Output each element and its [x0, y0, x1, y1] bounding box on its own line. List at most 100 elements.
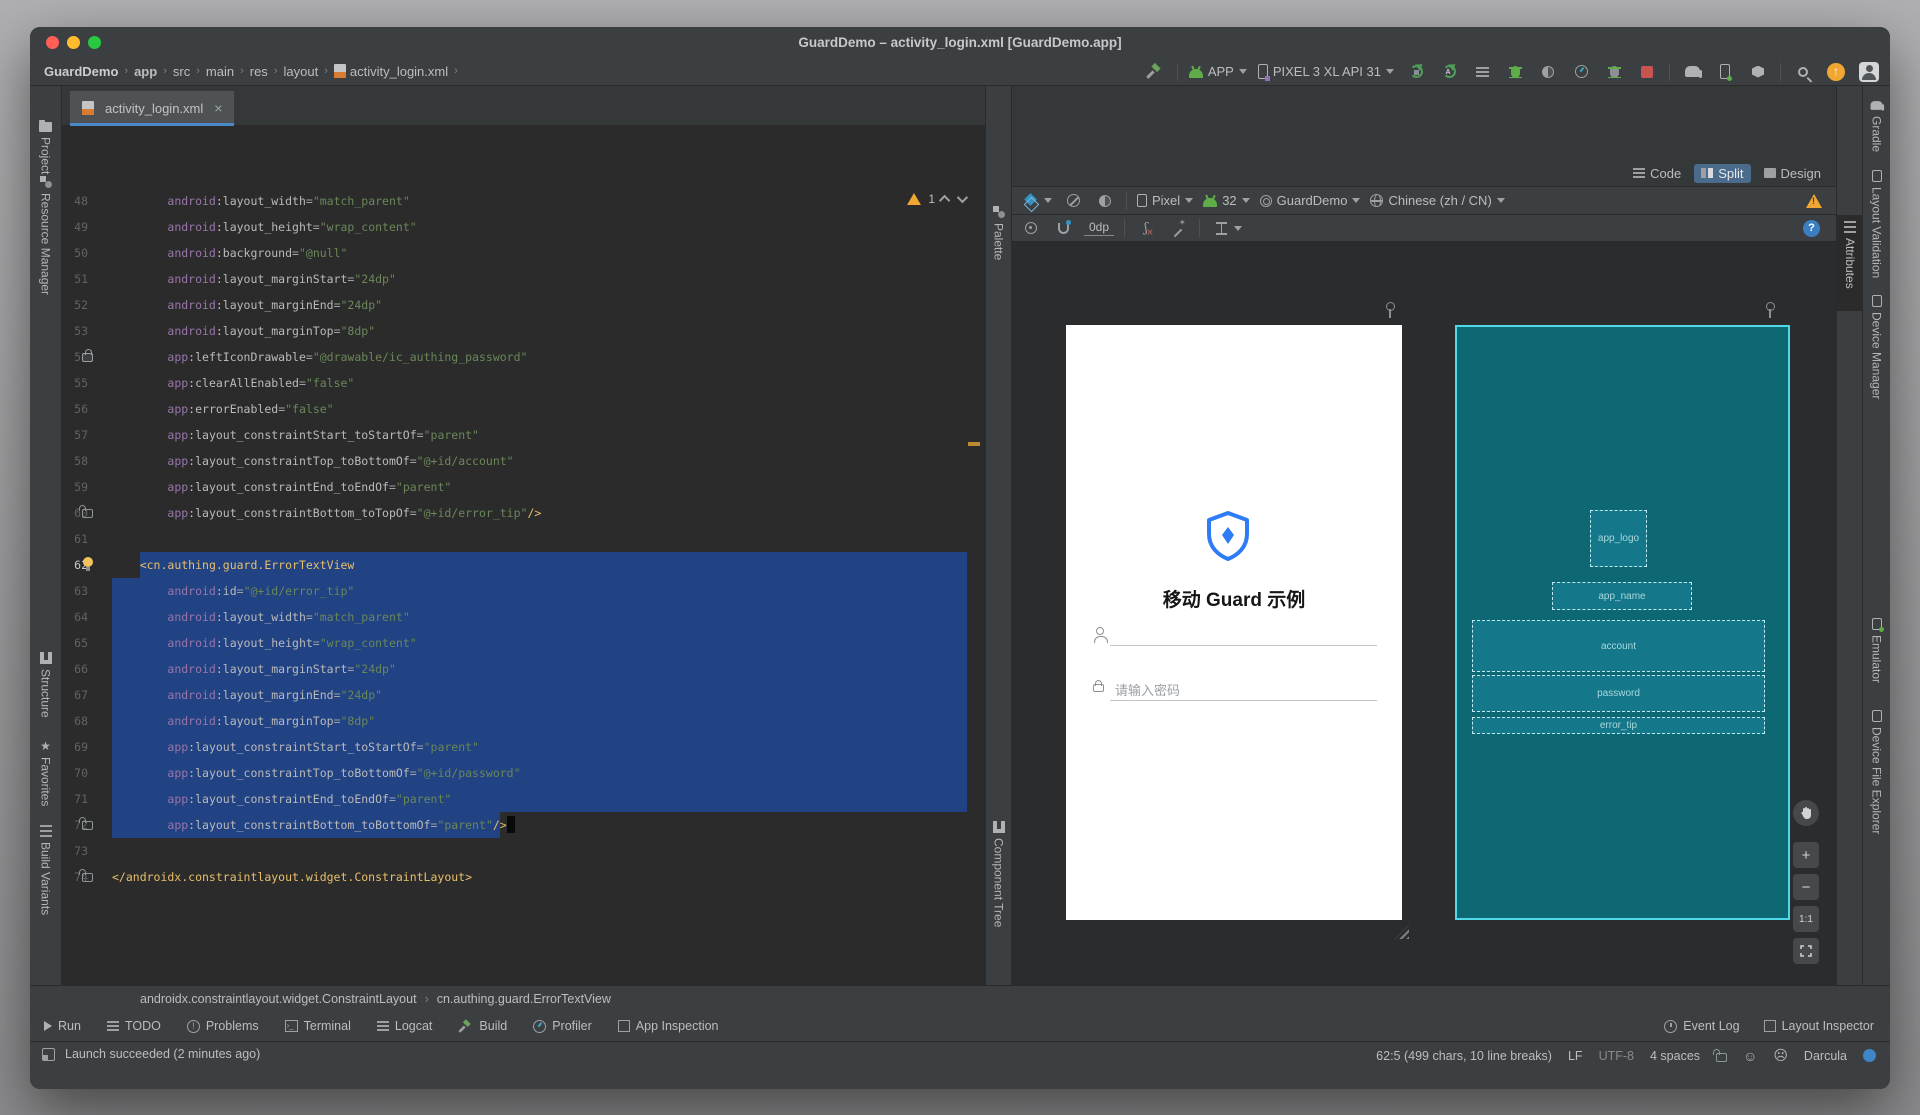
toolwindow-layout-inspector[interactable]: Layout Inspector	[1764, 1019, 1874, 1033]
code-line[interactable]: 57 app:layout_constraintStart_toStartOf=…	[62, 422, 985, 448]
blueprint-preview-phone[interactable]: app_logo app_name account password error…	[1455, 325, 1790, 920]
toolwindow-problems[interactable]: !Problems	[187, 1019, 259, 1033]
sidebar-item-layout-validation[interactable]: Layout Validation	[1863, 170, 1890, 278]
blueprint-box[interactable]: error_tip	[1472, 717, 1765, 734]
sidebar-item-project[interactable]: Project	[30, 119, 61, 174]
code-line[interactable]: 50 android:background="@null"	[62, 240, 985, 266]
minimize-button[interactable]	[67, 36, 80, 49]
sidebar-item-emulator[interactable]: Emulator	[1863, 618, 1890, 683]
toolwindow-toggle-icon[interactable]	[42, 1048, 55, 1061]
password-field[interactable]: 请输入密码	[1093, 678, 1377, 700]
lock-gutter-icon[interactable]	[82, 353, 93, 362]
code-line[interactable]: 68 android:layout_marginTop="8dp"	[62, 708, 985, 734]
line-separator[interactable]: LF	[1568, 1049, 1583, 1063]
device-select[interactable]: PIXEL 3 XL API 31	[1258, 64, 1394, 79]
preview-resize-handle[interactable]	[1395, 925, 1409, 939]
code-line[interactable]: 53 android:layout_marginTop="8dp"	[62, 318, 985, 344]
theme-name[interactable]: Darcula	[1804, 1049, 1847, 1063]
code-line[interactable]: 69 app:layout_constraintStart_toStartOf=…	[62, 734, 985, 760]
blueprint-box[interactable]: password	[1472, 675, 1765, 712]
code-line[interactable]: 70 app:layout_constraintTop_toBottomOf="…	[62, 760, 985, 786]
device-manager-icon[interactable]	[1714, 61, 1736, 83]
code-line[interactable]: 52 android:layout_marginEnd="24dp"	[62, 292, 985, 318]
code-line[interactable]: 66 android:layout_marginStart="24dp"	[62, 656, 985, 682]
breadcrumb-item[interactable]: res	[250, 64, 268, 79]
view-options-icon[interactable]	[1020, 217, 1042, 239]
code-line[interactable]: 71 app:layout_constraintEnd_toEndOf="par…	[62, 786, 985, 812]
code-line[interactable]: 74</androidx.constraintlayout.widget.Con…	[62, 864, 985, 890]
breadcrumb-item[interactable]: main	[206, 64, 234, 79]
account-field[interactable]	[1093, 623, 1377, 645]
code-line[interactable]: 55 app:clearAllEnabled="false"	[62, 370, 985, 396]
clear-constraints-icon[interactable]: ʃ	[1135, 217, 1157, 239]
update-available-icon[interactable]: ↑	[1825, 61, 1847, 83]
inspection-widget[interactable]: 1	[907, 192, 965, 206]
autoconnect-icon[interactable]	[1052, 217, 1074, 239]
code-line[interactable]: 62 <cn.authing.guard.ErrorTextView	[62, 552, 985, 578]
breadcrumb-item[interactable]: GuardDemo	[44, 64, 118, 79]
toolwindow-build[interactable]: Build	[458, 1019, 507, 1034]
theme-dropdown[interactable]: GuardDemo	[1260, 193, 1361, 208]
code-line[interactable]: 73	[62, 838, 985, 864]
code-line[interactable]: 59 app:layout_constraintEnd_toEndOf="par…	[62, 474, 985, 500]
caret-position[interactable]: 62:5 (499 chars, 10 line breaks)	[1376, 1049, 1552, 1063]
default-margins-dropdown[interactable]: 0dp	[1084, 220, 1114, 236]
design-preview-phone[interactable]: 移动 Guard 示例 请输入密码	[1066, 325, 1402, 920]
gradle-sync-icon[interactable]	[1681, 61, 1703, 83]
sidebar-item-gradle[interactable]: Gradle	[1863, 100, 1890, 152]
breadcrumb-item[interactable]: src	[173, 64, 190, 79]
unlock-gutter-icon[interactable]	[82, 509, 93, 518]
code-line[interactable]: 60 app:layout_constraintBottom_toTopOf="…	[62, 500, 985, 526]
zoom-in-button[interactable]: +	[1793, 842, 1819, 868]
tab-attributes[interactable]: Attributes	[1837, 215, 1863, 311]
tab-activity-login-xml[interactable]: activity_login.xml ×	[70, 91, 234, 125]
debug-icon[interactable]	[1504, 61, 1526, 83]
notification-dot[interactable]	[1863, 1049, 1876, 1062]
layout-warning-icon[interactable]	[1806, 194, 1822, 208]
run-configuration-select[interactable]: APP	[1189, 64, 1247, 79]
prev-issue-icon[interactable]	[939, 195, 950, 206]
locale-dropdown[interactable]: Chinese (zh / CN)	[1370, 193, 1504, 208]
attach-debugger-icon[interactable]	[1603, 61, 1625, 83]
help-icon[interactable]: ?	[1803, 220, 1820, 237]
search-everywhere-icon[interactable]	[1792, 61, 1814, 83]
design-surface-icon[interactable]	[1020, 190, 1042, 212]
pan-tool-button[interactable]	[1793, 800, 1819, 826]
toolwindow-app-inspection[interactable]: App Inspection	[618, 1019, 719, 1033]
orientation-icon[interactable]	[1062, 190, 1084, 212]
file-encoding[interactable]: UTF-8	[1599, 1049, 1634, 1063]
code-line[interactable]: 64 android:layout_width="match_parent"	[62, 604, 985, 630]
toolwindow-event-log[interactable]: Event Log	[1664, 1019, 1739, 1033]
sidebar-item-device-manager[interactable]: Device Manager	[1863, 295, 1890, 399]
code-line[interactable]: 67 android:layout_marginEnd="24dp"	[62, 682, 985, 708]
code-line[interactable]: 54 app:leftIconDrawable="@drawable/ic_au…	[62, 344, 985, 370]
unlock-gutter-icon[interactable]	[82, 821, 93, 830]
code-line[interactable]: 51 android:layout_marginStart="24dp"	[62, 266, 985, 292]
profiler-icon[interactable]	[1570, 61, 1592, 83]
unlock-gutter-icon[interactable]	[82, 873, 93, 882]
code-line[interactable]: 48 android:layout_width="match_parent"	[62, 188, 985, 214]
tab-design[interactable]: Design	[1757, 164, 1828, 183]
breadcrumb-item[interactable]: layout	[283, 64, 318, 79]
rerun-icon[interactable]	[1471, 61, 1493, 83]
tab-code[interactable]: Code	[1626, 164, 1688, 183]
design-canvas[interactable]: 移动 Guard 示例 请输入密码 app_logo app_name	[1012, 242, 1836, 985]
sdk-manager-icon[interactable]	[1747, 61, 1769, 83]
sidebar-item-device-file-explorer[interactable]: Device File Explorer	[1863, 710, 1890, 834]
night-mode-icon[interactable]	[1094, 190, 1116, 212]
zoom-out-button[interactable]: −	[1793, 874, 1819, 900]
sidebar-item-resource-manager[interactable]: Resource Manager	[30, 176, 61, 295]
code-line[interactable]: 56 app:errorEnabled="false"	[62, 396, 985, 422]
breadcrumb-item[interactable]: activity_login.xml	[334, 64, 448, 79]
blueprint-box[interactable]: account	[1472, 620, 1765, 672]
toolwindow-logcat[interactable]: Logcat	[377, 1019, 433, 1033]
sidebar-item-favorites[interactable]: ★Favorites	[30, 740, 61, 806]
apply-changes-icon[interactable]	[1405, 61, 1427, 83]
tab-component-tree[interactable]: Component Tree	[986, 821, 1011, 927]
code-line[interactable]: 49 android:layout_height="wrap_content"	[62, 214, 985, 240]
pack-icon[interactable]	[1210, 217, 1232, 239]
readonly-lock-icon[interactable]	[1716, 1053, 1727, 1062]
scrollbar-warning-mark[interactable]	[968, 442, 980, 446]
zoom-actual-button[interactable]: 1:1	[1793, 906, 1819, 932]
blueprint-box[interactable]: app_name	[1552, 582, 1692, 610]
